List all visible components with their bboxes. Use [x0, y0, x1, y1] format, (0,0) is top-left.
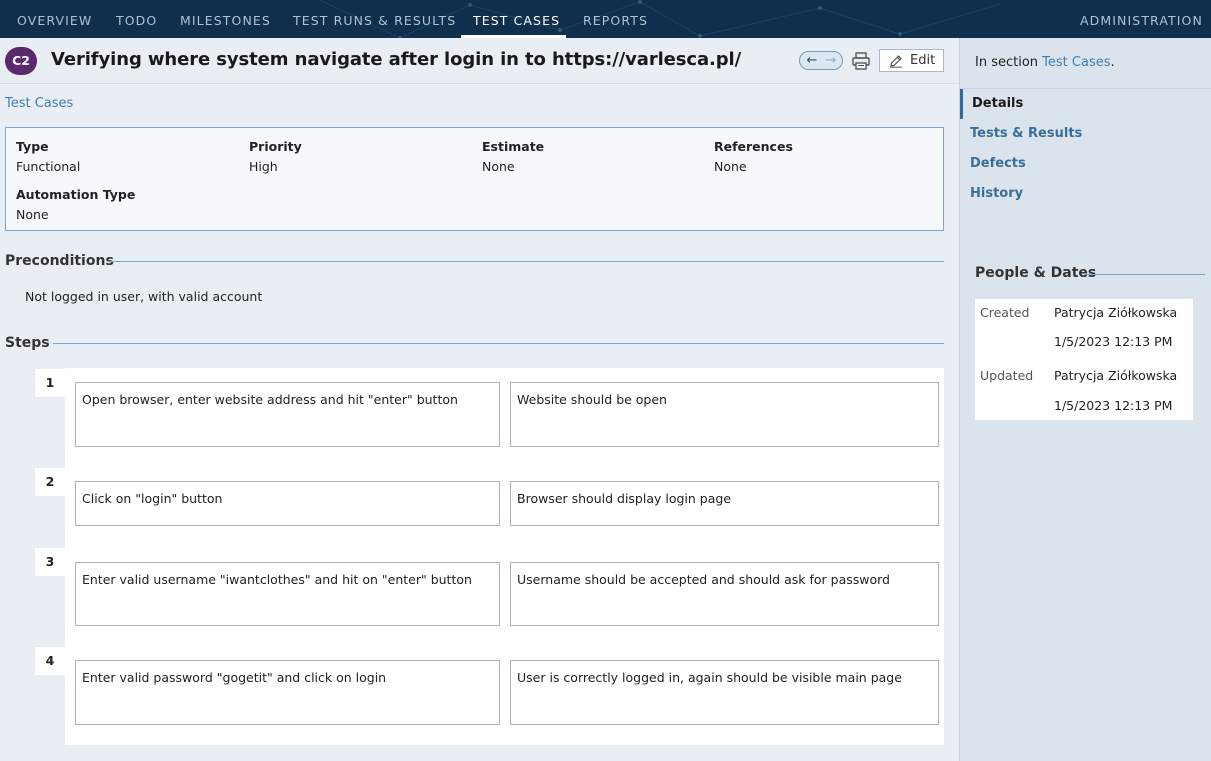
- nav-milestones[interactable]: MILESTONES: [180, 0, 271, 38]
- arrow-left-icon[interactable]: ←: [802, 52, 822, 69]
- people-dates-card: Created Patrycja Ziółkowska 1/5/2023 12:…: [975, 299, 1193, 420]
- field-priority-value: High: [249, 159, 278, 174]
- case-navigation: ← →: [799, 51, 843, 70]
- step-number-1: 1: [35, 369, 65, 397]
- page-title: Verifying where system navigate after lo…: [51, 49, 742, 70]
- field-priority-label: Priority: [249, 139, 302, 154]
- nav-todo[interactable]: TODO: [116, 0, 157, 38]
- step-2-action: Click on "login" button: [75, 481, 500, 526]
- step-number-2: 2: [35, 468, 65, 496]
- field-references-value: None: [714, 159, 747, 174]
- section-info: In section Test Cases.: [975, 55, 1115, 70]
- section-link-test-cases[interactable]: Test Cases: [1042, 55, 1110, 70]
- printer-icon[interactable]: [850, 50, 872, 72]
- field-estimate-label: Estimate: [482, 139, 545, 154]
- sidebar-tab-defects[interactable]: Defects: [970, 156, 1026, 171]
- people-dates-divider: [1084, 274, 1205, 275]
- field-estimate-value: None: [482, 159, 515, 174]
- preconditions-text: Not logged in user, with valid account: [25, 289, 263, 304]
- field-automation-type: Automation Type None: [16, 187, 135, 222]
- title-bar: C2 Verifying where system navigate after…: [0, 38, 959, 84]
- arrow-right-icon[interactable]: →: [821, 52, 841, 69]
- updated-at: 1/5/2023 12:13 PM: [1054, 398, 1173, 413]
- preconditions-divider: [107, 261, 944, 262]
- preconditions-heading: Preconditions: [5, 253, 114, 269]
- step-3-expected: Username should be accepted and should a…: [510, 562, 939, 626]
- steps-heading: Steps: [5, 335, 50, 351]
- field-estimate: Estimate None: [482, 139, 544, 174]
- sidebar-divider: [960, 88, 1211, 89]
- created-label: Created: [980, 305, 1030, 320]
- field-priority: Priority High: [249, 139, 302, 174]
- created-at: 1/5/2023 12:13 PM: [1054, 334, 1173, 349]
- step-1-action: Open browser, enter website address and …: [75, 382, 500, 447]
- step-2-expected: Browser should display login page: [510, 481, 939, 526]
- nav-overview[interactable]: OVERVIEW: [17, 0, 92, 38]
- step-1-expected: Website should be open: [510, 382, 939, 447]
- nav-reports[interactable]: REPORTS: [583, 0, 648, 38]
- steps-divider: [53, 343, 944, 344]
- breadcrumb-test-cases[interactable]: Test Cases: [5, 96, 73, 111]
- sidebar-tab-history[interactable]: History: [970, 186, 1023, 201]
- step-4-action: Enter valid password "gogetit" and click…: [75, 660, 500, 725]
- nav-administration[interactable]: ADMINISTRATION: [1080, 0, 1203, 38]
- field-type: Type Functional: [16, 139, 80, 174]
- step-number-4: 4: [35, 647, 65, 675]
- updated-by: Patrycja Ziółkowska: [1054, 368, 1178, 383]
- case-fields: Type Functional Priority High Estimate N…: [5, 127, 944, 231]
- created-by: Patrycja Ziółkowska: [1054, 305, 1178, 320]
- nav-test-cases[interactable]: TEST CASES: [473, 0, 560, 38]
- sidebar-tab-details[interactable]: Details: [972, 96, 1023, 111]
- updated-label: Updated: [980, 368, 1034, 383]
- section-info-suffix: .: [1110, 55, 1115, 70]
- field-type-label: Type: [16, 139, 49, 154]
- nav-test-runs-results[interactable]: TEST RUNS & RESULTS: [293, 0, 456, 38]
- step-3-action: Enter valid username "iwantclothes" and …: [75, 562, 500, 626]
- field-automation-type-value: None: [16, 207, 49, 222]
- sidebar-active-indicator: [960, 89, 963, 119]
- step-number-3: 3: [35, 548, 65, 576]
- case-id-badge: C2: [5, 47, 37, 75]
- people-dates-heading: People & Dates: [975, 265, 1097, 281]
- sidebar-tab-tests-results[interactable]: Tests & Results: [970, 126, 1082, 141]
- main-content: C2 Verifying where system navigate after…: [0, 38, 959, 761]
- step-4-expected: User is correctly logged in, again shoul…: [510, 660, 939, 725]
- sidebar: In section Test Cases. Details Tests & R…: [959, 38, 1211, 761]
- section-info-prefix: In section: [975, 55, 1043, 70]
- edit-button-label: Edit: [910, 53, 936, 68]
- field-type-value: Functional: [16, 159, 81, 174]
- pencil-icon: [890, 55, 902, 68]
- field-references: References None: [714, 139, 793, 174]
- field-references-label: References: [714, 139, 793, 154]
- field-automation-type-label: Automation Type: [16, 187, 136, 202]
- top-navigation: OVERVIEW TODO MILESTONES TEST RUNS & RES…: [0, 0, 1211, 38]
- edit-button[interactable]: Edit: [879, 49, 944, 72]
